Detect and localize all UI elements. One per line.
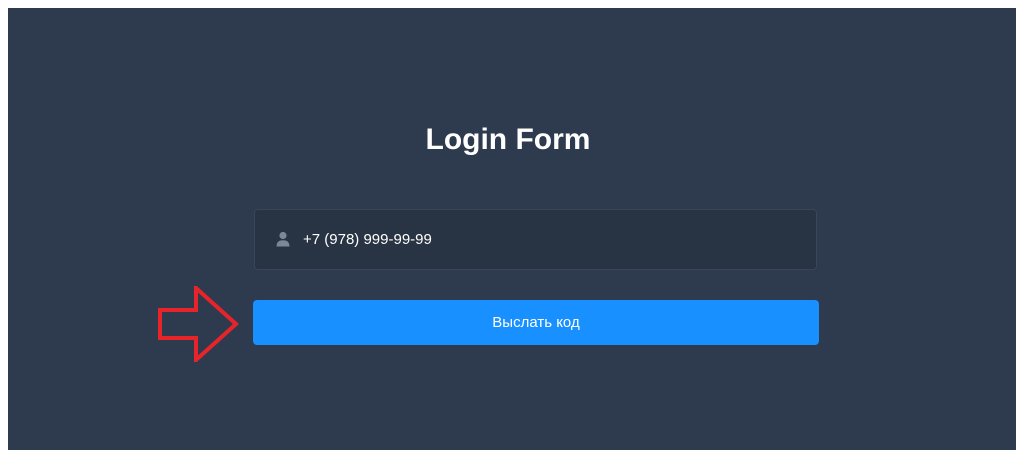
phone-field[interactable]: +7 (978) 999-99-99	[254, 209, 817, 270]
send-code-button[interactable]: Выслать код	[253, 300, 819, 345]
right-arrow-icon	[158, 286, 239, 362]
phone-value: +7 (978) 999-99-99	[303, 231, 432, 248]
user-icon	[276, 231, 290, 247]
page-title: Login Form	[425, 123, 591, 156]
